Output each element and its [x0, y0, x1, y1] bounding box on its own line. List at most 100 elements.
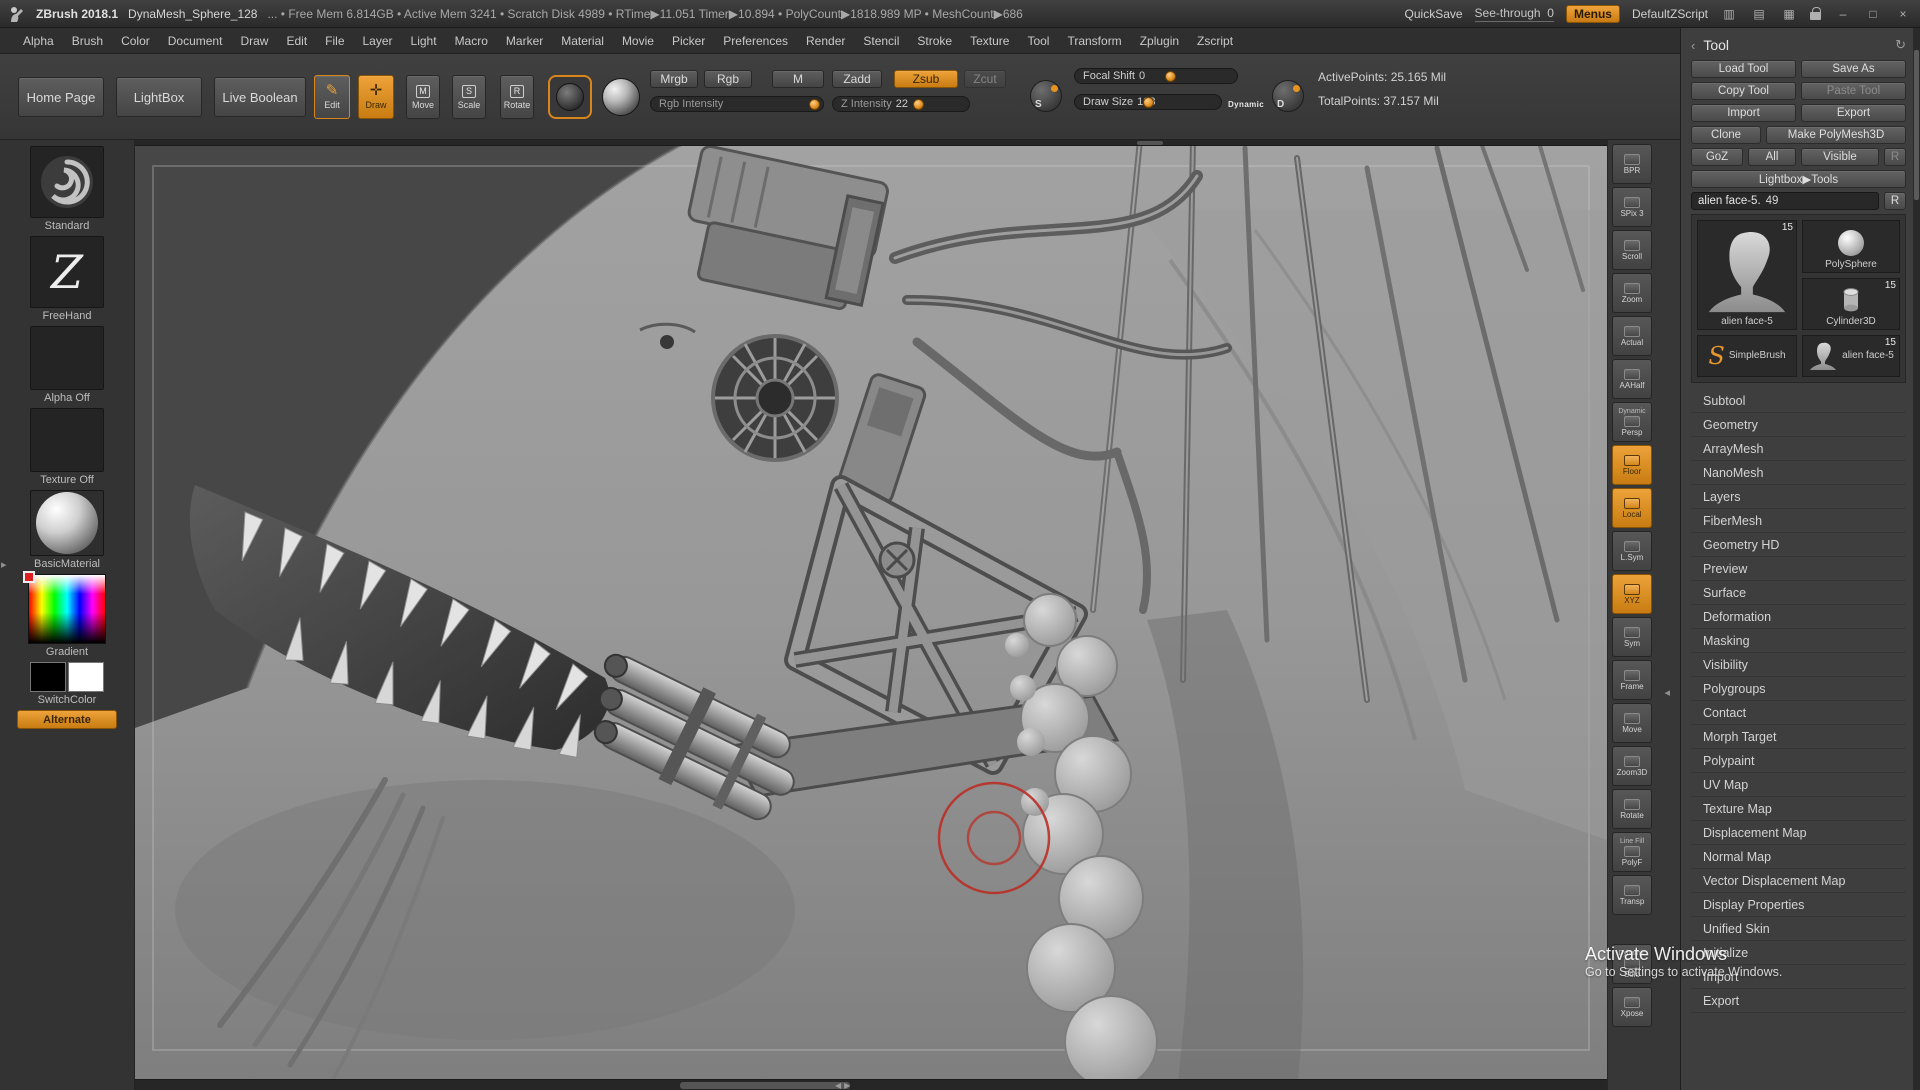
current-texture[interactable]: Texture Off	[30, 408, 104, 486]
menu-item[interactable]: Stencil	[854, 34, 908, 48]
stroke-thumbnail[interactable]: Z	[30, 236, 104, 308]
goz-visible-button[interactable]: Visible	[1801, 148, 1879, 166]
tool-section[interactable]: Polygroups	[1691, 677, 1906, 701]
stroke-selector-button[interactable]	[548, 75, 592, 119]
live-boolean-button[interactable]: Live Boolean	[214, 77, 306, 117]
right-shelf-button[interactable]: Local	[1612, 488, 1652, 528]
tool-section[interactable]: FiberMesh	[1691, 509, 1906, 533]
tool-section[interactable]: ArrayMesh	[1691, 437, 1906, 461]
goz-r-button[interactable]: R	[1884, 148, 1906, 166]
right-shelf-button[interactable]: Frame	[1612, 660, 1652, 700]
right-shelf-button[interactable]: L.Sym	[1612, 531, 1652, 571]
slider-knob[interactable]	[1143, 97, 1154, 108]
tool-section[interactable]: Vector Displacement Map	[1691, 869, 1906, 893]
menus-button[interactable]: Menus	[1566, 5, 1620, 23]
menu-item[interactable]: Alpha	[14, 34, 63, 48]
menu-item[interactable]: Picker	[663, 34, 714, 48]
current-material[interactable]: BasicMaterial	[30, 490, 104, 570]
tool-section[interactable]: Displacement Map	[1691, 821, 1906, 845]
sculpt-viewport[interactable]	[135, 140, 1607, 1090]
scrollbar-handle[interactable]	[1914, 50, 1919, 200]
menu-item[interactable]: Tool	[1018, 34, 1058, 48]
tool-section[interactable]: Import	[1691, 965, 1906, 989]
canvas-bottom-scrollbar[interactable]: ◀▶	[135, 1079, 1607, 1090]
current-stroke[interactable]: Z FreeHand	[30, 236, 104, 322]
home-page-button[interactable]: Home Page	[18, 77, 104, 117]
clone-button[interactable]: Clone	[1691, 126, 1761, 144]
tool-section[interactable]: Initialize	[1691, 941, 1906, 965]
tool-section[interactable]: Deformation	[1691, 605, 1906, 629]
current-tool-slider[interactable]: alien face-5.49	[1691, 192, 1879, 210]
move-button[interactable]: M Move	[406, 75, 440, 119]
make-polymesh3d-button[interactable]: Make PolyMesh3D	[1766, 126, 1906, 144]
right-shelf-button[interactable]: Dynamic Persp	[1612, 402, 1652, 442]
restore-icon[interactable]: □	[1864, 7, 1882, 21]
material-thumbnail[interactable]	[30, 490, 104, 556]
material-selector-button[interactable]	[602, 78, 640, 116]
tool-section[interactable]: UV Map	[1691, 773, 1906, 797]
draw-button[interactable]: ✛ Draw	[358, 75, 394, 119]
export-button[interactable]: Export	[1801, 104, 1906, 122]
default-zscript-button[interactable]: DefaultZScript	[1632, 7, 1708, 21]
right-shelf-button[interactable]: Transp	[1612, 875, 1652, 915]
palette-scrollbar[interactable]	[1913, 28, 1920, 1090]
switch-color[interactable]: SwitchColor	[30, 662, 104, 706]
active-tool-thumbnail[interactable]: 15 alien face-5	[1697, 220, 1797, 330]
sculptris-pro-dial[interactable]: S	[1030, 80, 1062, 112]
save-as-button[interactable]: Save As	[1801, 60, 1906, 78]
tool-section[interactable]: Polypaint	[1691, 749, 1906, 773]
dynamic-dial[interactable]: D	[1272, 80, 1304, 112]
right-shelf-button[interactable]: Rotate	[1612, 789, 1652, 829]
color-picker[interactable]: Gradient	[28, 574, 106, 658]
tool-section[interactable]: Geometry	[1691, 413, 1906, 437]
see-through-slider[interactable]: See-through 0	[1475, 6, 1554, 22]
scroll-right-icon[interactable]: ▶	[844, 1081, 853, 1090]
tool-section[interactable]: Subtool	[1691, 389, 1906, 413]
menu-item[interactable]: Movie	[613, 34, 663, 48]
right-shelf-button[interactable]: Scroll	[1612, 230, 1652, 270]
polysphere-thumbnail[interactable]: PolySphere	[1802, 220, 1900, 273]
texture-thumbnail[interactable]	[30, 408, 104, 472]
edit-button[interactable]: ✎ Edit	[314, 75, 350, 119]
recent-tool-thumbnail[interactable]: 15 alien face-5	[1802, 335, 1900, 377]
tool-section[interactable]: Export	[1691, 989, 1906, 1013]
tool-section[interactable]: Masking	[1691, 629, 1906, 653]
right-shelf-button[interactable]: Line Fill PolyF	[1612, 832, 1652, 872]
menu-item[interactable]: Transform	[1058, 34, 1130, 48]
right-shelf-button[interactable]: Sym	[1612, 617, 1652, 657]
slider-knob[interactable]	[809, 99, 820, 110]
right-shelf-button[interactable]: Zoom3D	[1612, 746, 1652, 786]
gradient-picker[interactable]	[28, 574, 106, 644]
slider-knob[interactable]	[913, 99, 924, 110]
rotate-button[interactable]: R Rotate	[500, 75, 534, 119]
layout-grid-icon[interactable]: ▤	[1750, 7, 1768, 21]
goz-all-button[interactable]: All	[1748, 148, 1796, 166]
close-icon[interactable]: ×	[1894, 7, 1912, 21]
focal-shift-slider[interactable]: Focal Shift0	[1074, 68, 1238, 84]
scrollbar-handle[interactable]	[1137, 141, 1163, 145]
minimize-icon[interactable]: –	[1834, 7, 1852, 21]
tool-section[interactable]: Morph Target	[1691, 725, 1906, 749]
tool-section[interactable]: NanoMesh	[1691, 461, 1906, 485]
menu-item[interactable]: Edit	[277, 34, 316, 48]
left-tray-toggle-icon[interactable]: ▸	[1, 558, 7, 571]
menu-item[interactable]: Color	[112, 34, 159, 48]
goz-button[interactable]: GoZ	[1691, 148, 1743, 166]
draw-size-slider[interactable]: Draw Size108	[1074, 94, 1222, 110]
menu-item[interactable]: Marker	[497, 34, 552, 48]
zsub-button[interactable]: Zsub	[894, 70, 958, 88]
menu-item[interactable]: Light	[402, 34, 446, 48]
tool-section[interactable]: Geometry HD	[1691, 533, 1906, 557]
paste-tool-button[interactable]: Paste Tool	[1801, 82, 1906, 100]
right-shelf-button[interactable]: AAHalf	[1612, 359, 1652, 399]
alpha-thumbnail[interactable]	[30, 326, 104, 390]
dynamic-mode-label[interactable]: Dynamic	[1228, 100, 1264, 109]
menu-item[interactable]: Brush	[63, 34, 112, 48]
tool-section[interactable]: Layers	[1691, 485, 1906, 509]
menu-item[interactable]: Material	[552, 34, 613, 48]
scrollbar-handle[interactable]	[680, 1082, 850, 1089]
tool-section[interactable]: Display Properties	[1691, 893, 1906, 917]
tool-section[interactable]: Contact	[1691, 701, 1906, 725]
palette-dock-icon[interactable]: ‹	[1691, 38, 1695, 53]
tool-section[interactable]: Normal Map	[1691, 845, 1906, 869]
